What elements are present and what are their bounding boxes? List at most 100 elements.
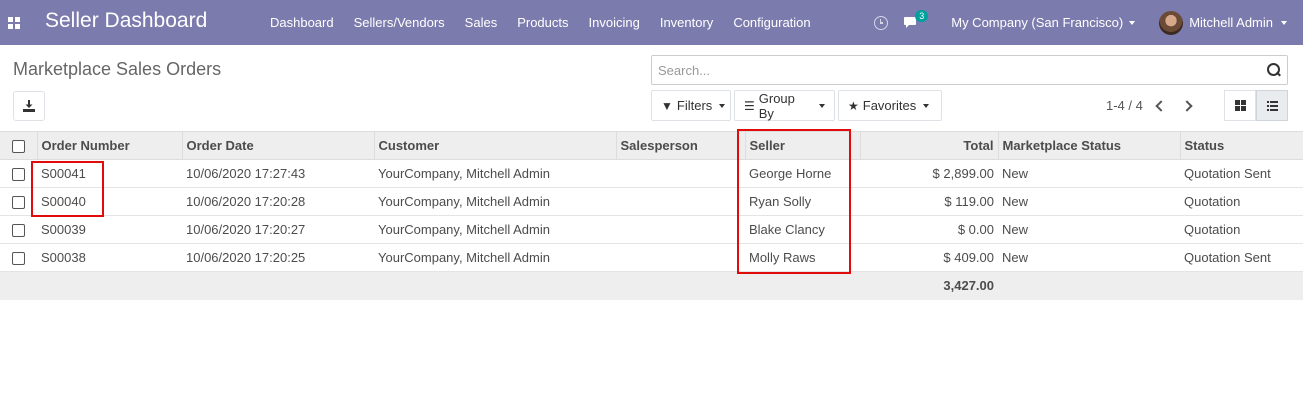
company-name: My Company (San Francisco): [951, 15, 1124, 30]
star-icon: ★: [848, 98, 859, 113]
menu-item-dashboard[interactable]: Dashboard: [270, 15, 334, 30]
status-cell: Quotation Sent: [1184, 166, 1271, 181]
marketplace-status-cell: New: [1002, 222, 1029, 237]
menu-item-inventory[interactable]: Inventory: [660, 15, 713, 30]
table-row[interactable]: S00038 10/06/2020 17:20:25 YourCompany, …: [0, 244, 1303, 272]
view-switcher: [1224, 90, 1288, 121]
download-icon: [23, 100, 35, 112]
column-header-total[interactable]: Total: [859, 131, 998, 160]
export-button[interactable]: [13, 91, 45, 121]
customer-cell: YourCompany, Mitchell Admin: [378, 166, 550, 181]
total-sum: 3,427.00: [943, 278, 994, 294]
marketplace-status-cell: New: [1002, 250, 1029, 265]
menu-item-sales[interactable]: Sales: [465, 15, 498, 30]
customer-cell: YourCompany, Mitchell Admin: [378, 194, 550, 209]
column-header-status[interactable]: Status: [1179, 131, 1303, 160]
order-date-cell: 10/06/2020 17:20:28: [186, 194, 306, 209]
avatar: [1159, 10, 1184, 35]
page-title: Marketplace Sales Orders: [13, 59, 222, 79]
systray: 3 My Company (San Francisco) Mitchell Ad…: [874, 0, 1303, 45]
order-number-cell: S00039: [41, 222, 86, 237]
order-number-cell: S00040: [41, 194, 86, 209]
menu-item-products[interactable]: Products: [517, 15, 568, 30]
top-navbar: Seller Dashboard Dashboard Sellers/Vendo…: [0, 0, 1303, 45]
row-checkbox[interactable]: [12, 224, 25, 238]
total-cell: $ 119.00: [944, 194, 994, 209]
filters-label: Filters: [676, 98, 713, 113]
total-cell: $ 409.00: [943, 250, 994, 265]
search-bar: [651, 55, 1288, 85]
table-header-row: Order Number Order Date Customer Salespe…: [0, 131, 1303, 160]
main-menu: Dashboard Sellers/Vendors Sales Products…: [260, 0, 821, 45]
order-date-cell: 10/06/2020 17:20:25: [186, 250, 306, 265]
column-header-order-date[interactable]: Order Date: [181, 131, 374, 160]
marketplace-status-cell: New: [1002, 166, 1029, 181]
menu-item-configuration[interactable]: Configuration: [733, 15, 810, 30]
user-caret-icon: [1281, 20, 1287, 25]
table-row[interactable]: S00040 10/06/2020 17:20:28 YourCompany, …: [0, 188, 1303, 216]
column-header-seller[interactable]: Seller: [744, 131, 860, 160]
group-by-label: Group By: [758, 90, 795, 121]
column-header-marketplace-status[interactable]: Marketplace Status: [997, 131, 1180, 160]
messaging-chat-icon[interactable]: 3: [903, 9, 929, 30]
favorites-button[interactable]: ★ Favorites: [838, 90, 942, 121]
seller-cell: George Horne: [749, 166, 832, 181]
order-date-cell: 10/06/2020 17:20:27: [186, 222, 306, 237]
salesperson-cell: [616, 216, 745, 244]
filter-icon: ▼: [661, 98, 673, 113]
column-header-salesperson[interactable]: Salesperson: [615, 131, 745, 160]
list-view-button[interactable]: [1256, 90, 1288, 121]
company-caret-icon: [1129, 20, 1136, 25]
search-icon[interactable]: [1267, 63, 1281, 77]
orders-table: Order Number Order Date Customer Salespe…: [0, 131, 1303, 300]
menu-item-sellers-vendors[interactable]: Sellers/Vendors: [354, 15, 445, 30]
salesperson-cell: [616, 160, 745, 188]
app-brand[interactable]: Seller Dashboard: [45, 9, 207, 33]
pager-next-icon[interactable]: [1181, 99, 1193, 112]
salesperson-cell: [616, 188, 745, 216]
search-options: ▼ Filters ☰ Group By ★ Favorites: [651, 90, 945, 121]
favorites-label: Favorites: [862, 98, 917, 113]
order-number-cell: S00041: [41, 166, 86, 181]
seller-cell: Molly Raws: [749, 250, 816, 265]
kanban-view-button[interactable]: [1224, 90, 1256, 121]
group-by-caret-icon: [819, 103, 825, 108]
bars-icon: ☰: [744, 98, 755, 113]
row-checkbox[interactable]: [12, 168, 25, 182]
filters-button[interactable]: ▼ Filters: [651, 90, 731, 121]
pager-previous-icon[interactable]: [1155, 99, 1167, 112]
user-menu[interactable]: Mitchell Admin: [1159, 10, 1287, 35]
customer-cell: YourCompany, Mitchell Admin: [378, 250, 550, 265]
marketplace-status-cell: New: [1002, 194, 1029, 209]
order-date-cell: 10/06/2020 17:27:43: [186, 166, 306, 181]
status-cell: Quotation: [1184, 194, 1241, 209]
company-switcher[interactable]: My Company (San Francisco): [951, 15, 1136, 30]
seller-cell: Ryan Solly: [749, 194, 812, 209]
total-cell: $ 0.00: [957, 222, 994, 237]
user-name: Mitchell Admin: [1189, 15, 1273, 30]
menu-item-invoicing[interactable]: Invoicing: [589, 15, 640, 30]
search-input[interactable]: [658, 62, 1267, 78]
seller-cell: Blake Clancy: [749, 222, 825, 237]
chat-count-badge: 3: [915, 9, 929, 22]
column-header-customer[interactable]: Customer: [373, 131, 616, 160]
table-row[interactable]: S00039 10/06/2020 17:20:27 YourCompany, …: [0, 216, 1303, 244]
total-cell: $ 2,899.00: [932, 166, 994, 181]
status-cell: Quotation: [1184, 222, 1241, 237]
list-icon: [1266, 100, 1278, 111]
select-all-checkbox[interactable]: [12, 140, 25, 154]
kanban-icon: [1234, 100, 1246, 111]
column-header-order-number[interactable]: Order Number: [36, 131, 182, 160]
row-checkbox[interactable]: [12, 252, 25, 266]
table-row[interactable]: S00041 10/06/2020 17:27:43 YourCompany, …: [0, 160, 1303, 188]
group-by-button[interactable]: ☰ Group By: [734, 90, 835, 121]
apps-menu-icon[interactable]: [0, 0, 28, 45]
salesperson-cell: [616, 244, 745, 272]
activity-clock-icon[interactable]: [874, 15, 889, 30]
status-cell: Quotation Sent: [1184, 250, 1271, 265]
customer-cell: YourCompany, Mitchell Admin: [378, 222, 550, 237]
order-number-cell: S00038: [41, 250, 86, 265]
pager-value[interactable]: 1-4 / 4: [1106, 98, 1143, 113]
table-footer-row: 3,427.00: [0, 271, 1303, 300]
row-checkbox[interactable]: [12, 196, 25, 210]
